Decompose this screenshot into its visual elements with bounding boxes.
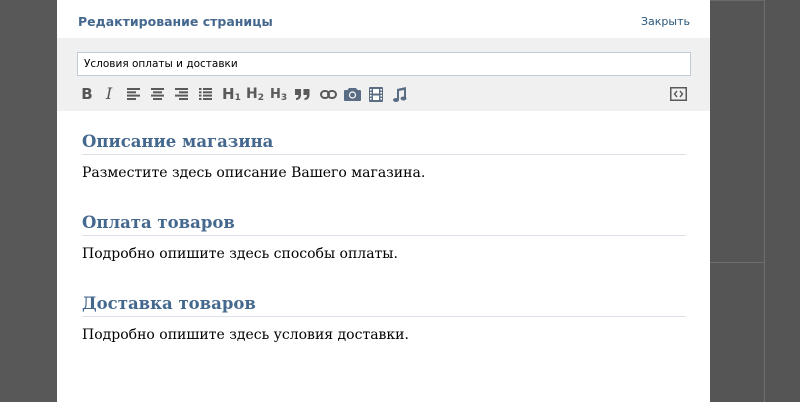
section-shop-description: Описание магазина Разместите здесь описа… — [82, 132, 686, 182]
dialog-header: Редактирование страницы Закрыть — [57, 0, 710, 38]
section-text: Разместите здесь описание Вашего магазин… — [82, 165, 426, 181]
link-icon[interactable] — [319, 84, 337, 104]
heading3-label: H — [270, 86, 281, 102]
heading2-icon[interactable]: H2 — [246, 84, 266, 104]
align-center-icon[interactable] — [150, 84, 164, 104]
close-link[interactable]: Закрыть — [641, 15, 690, 28]
heading2-label: H — [246, 86, 258, 102]
formatting-toolbar: B I H1 H 2 H 3 — [78, 84, 692, 104]
background-divider-top — [710, 0, 764, 1]
page-title-input[interactable]: Условия оплаты и доставки — [77, 52, 691, 76]
bold-icon[interactable]: B — [80, 84, 94, 104]
background-divider — [764, 0, 765, 402]
audio-icon[interactable] — [392, 84, 408, 104]
wiki-markup-icon[interactable] — [669, 84, 687, 104]
heading1-icon[interactable]: H1 — [222, 84, 242, 104]
dialog-title: Редактирование страницы — [78, 14, 273, 29]
italic-icon[interactable]: I — [103, 84, 115, 104]
background-divider-h — [710, 262, 764, 263]
bold-label: B — [81, 85, 93, 103]
quote-icon[interactable] — [294, 84, 310, 104]
align-left-icon[interactable] — [126, 84, 140, 104]
italic-label: I — [105, 84, 113, 103]
editor-toolbar-area: Условия оплаты и доставки B I H 1 H 2 H … — [57, 38, 710, 111]
heading3-subscript: 3 — [280, 93, 288, 103]
section-text: Подробно опишите здесь способы оплаты. — [82, 246, 398, 262]
photo-icon[interactable] — [343, 84, 361, 104]
section-heading: Оплата товаров — [82, 213, 686, 236]
section-heading: Доставка товаров — [82, 294, 686, 317]
section-delivery: Доставка товаров Подробно опишите здесь … — [82, 294, 686, 344]
section-text: Подробно опишите здесь условия доставки. — [82, 327, 409, 343]
heading2-subscript: 2 — [257, 93, 264, 103]
background-panel — [710, 0, 800, 402]
list-icon[interactable] — [198, 84, 212, 104]
edit-page-dialog: Редактирование страницы Закрыть Условия … — [57, 0, 710, 402]
heading1-label: H — [222, 85, 235, 103]
heading1-subscript: 1 — [234, 93, 241, 103]
align-right-icon[interactable] — [174, 84, 188, 104]
section-payment: Оплата товаров Подробно опишите здесь сп… — [82, 213, 686, 263]
heading3-icon[interactable]: H3 — [270, 84, 290, 104]
section-heading: Описание магазина — [82, 132, 686, 155]
video-icon[interactable] — [368, 84, 384, 104]
